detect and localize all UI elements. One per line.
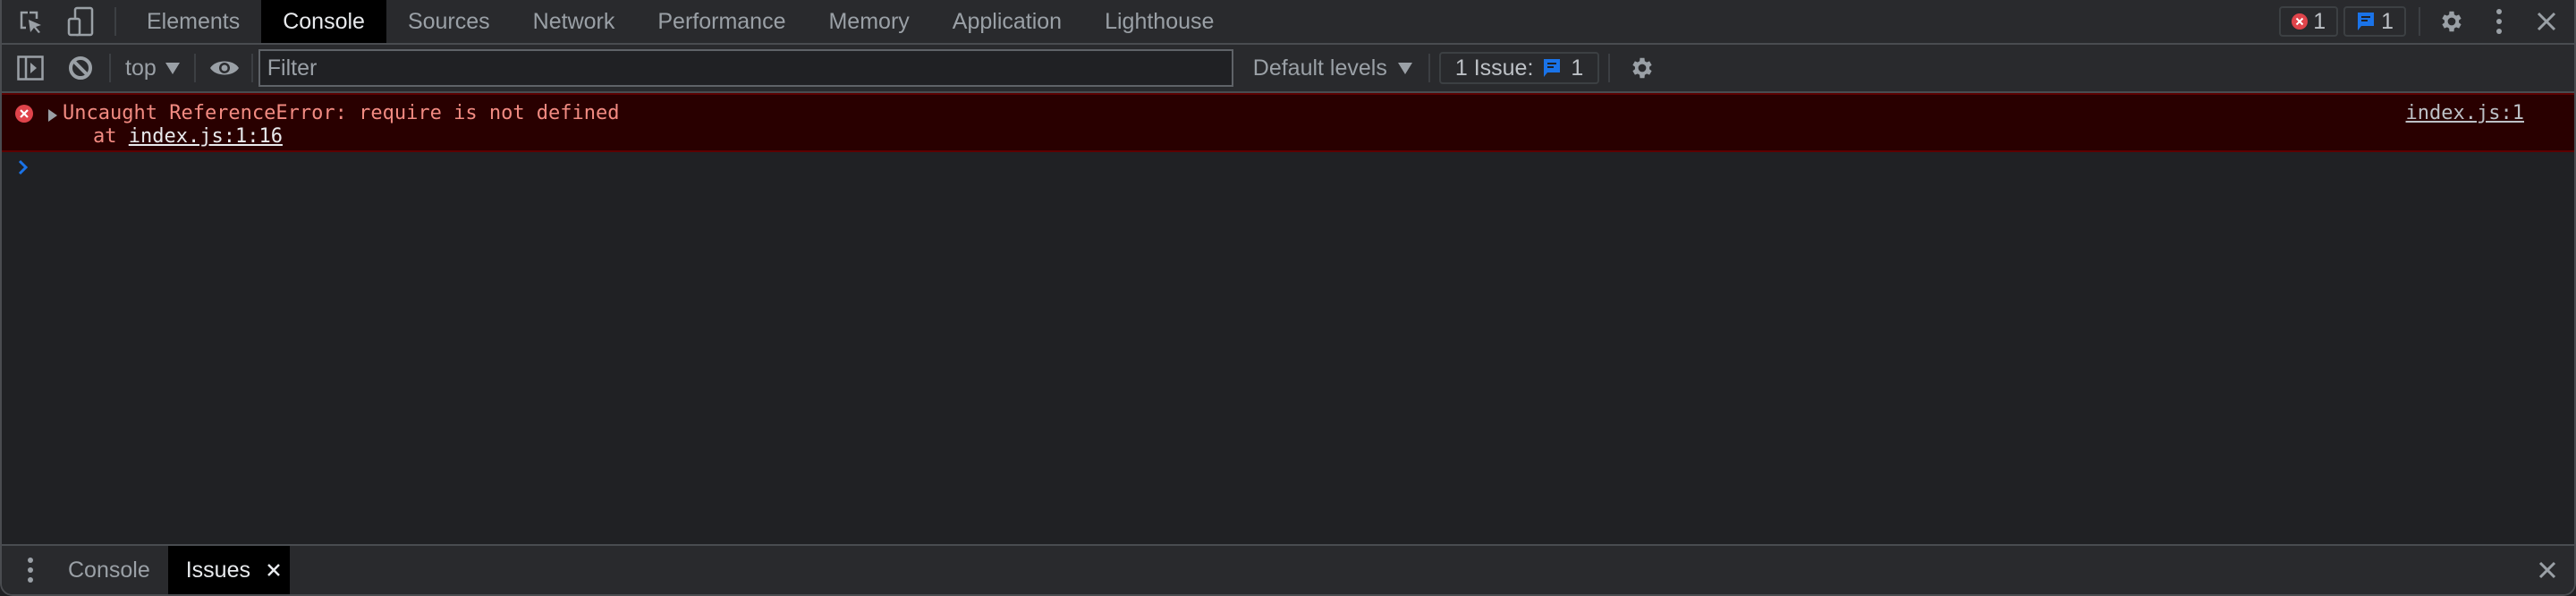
tab-lighthouse[interactable]: Lighthouse (1083, 0, 1235, 43)
source-link[interactable]: index.js:1 (2406, 102, 2524, 124)
settings-button[interactable] (2429, 0, 2474, 43)
device-toolbar-button[interactable] (55, 0, 106, 43)
issues-count: 1 (1571, 55, 1584, 81)
device-toolbar-icon (67, 6, 94, 37)
clear-console-icon (69, 56, 92, 80)
tab-network[interactable]: Network (512, 0, 637, 43)
stack-prefix: at (93, 125, 129, 148)
context-value: top (125, 55, 157, 81)
log-levels-dropdown[interactable]: Default levels (1246, 55, 1419, 81)
error-count: 1 (2313, 8, 2326, 34)
message-icon (2358, 13, 2375, 30)
tab-elements[interactable]: Elements (125, 0, 261, 43)
error-icon (2292, 13, 2309, 30)
drawer-tab-issues[interactable]: Issues (167, 546, 290, 594)
gear-icon (2442, 11, 2462, 32)
drawer-tab-console[interactable]: Console (59, 546, 168, 594)
message-count: 1 (2381, 8, 2394, 34)
filter-input[interactable] (267, 55, 1224, 81)
message-icon (1544, 59, 1561, 77)
console-output[interactable]: Uncaught ReferenceError: require is not … (2, 93, 2574, 544)
close-icon (2538, 561, 2556, 579)
console-error-message: Uncaught ReferenceError: require is not … (2, 93, 2574, 152)
gear-icon (1632, 57, 1652, 79)
console-prompt-icon (18, 159, 29, 175)
close-devtools-button[interactable] (2524, 0, 2569, 43)
close-icon[interactable] (267, 563, 281, 577)
close-icon (2537, 12, 2556, 31)
console-toolbar: top Default levels 1 Issue: 1 (2, 45, 2574, 93)
separator (250, 54, 253, 82)
tab-console[interactable]: Console (261, 0, 386, 43)
show-sidebar-icon (17, 55, 44, 81)
tab-sources[interactable]: Sources (386, 0, 512, 43)
console-settings-button[interactable] (1619, 45, 1665, 91)
log-levels-label: Default levels (1252, 55, 1387, 81)
drawer-tab-bar: Console Issues (2, 544, 2574, 594)
devtools-window: Elements Console Sources Network Perform… (0, 0, 2576, 596)
drawer-tab-issues-label: Issues (185, 557, 250, 583)
message-counter-button[interactable]: 1 (2343, 6, 2406, 37)
more-vertical-icon (28, 558, 33, 583)
dropdown-arrow-icon (1397, 62, 1412, 74)
close-drawer-button[interactable] (2521, 546, 2574, 594)
context-selector[interactable]: top (114, 55, 191, 81)
drawer-menu-button[interactable] (2, 546, 59, 594)
clear-console-button[interactable] (55, 45, 106, 91)
error-stack-line: at index.js:1:16 (93, 125, 283, 148)
filter-input-box[interactable] (258, 49, 1233, 87)
live-expression-button[interactable] (199, 45, 250, 91)
tab-memory[interactable]: Memory (807, 0, 930, 43)
separator (2419, 7, 2420, 36)
tab-performance[interactable]: Performance (636, 0, 807, 43)
error-counter-button[interactable]: 1 (2279, 6, 2339, 37)
show-sidebar-button[interactable] (5, 45, 55, 91)
eye-icon (209, 61, 239, 75)
stack-location-link[interactable]: index.js:1:16 (129, 125, 283, 148)
tabbar-right-controls: 1 1 (2274, 0, 2574, 43)
separator (114, 7, 116, 36)
separator (1608, 54, 1611, 82)
issues-label: 1 Issue: (1454, 55, 1534, 81)
inspect-element-button[interactable] (5, 0, 55, 43)
separator (109, 54, 111, 82)
separator (1428, 54, 1430, 82)
error-message-text: Uncaught ReferenceError: require is not … (63, 102, 620, 124)
inspect-element-icon (20, 11, 41, 33)
expand-triangle-icon[interactable] (48, 109, 57, 122)
more-vertical-icon (2496, 9, 2502, 34)
devtools-tab-bar: Elements Console Sources Network Perform… (2, 0, 2574, 45)
issues-button[interactable]: 1 Issue: 1 (1438, 52, 1600, 84)
more-options-button[interactable] (2474, 0, 2524, 43)
separator (193, 54, 196, 82)
error-icon (15, 105, 33, 123)
dropdown-arrow-icon (165, 62, 180, 74)
tab-application[interactable]: Application (931, 0, 1083, 43)
